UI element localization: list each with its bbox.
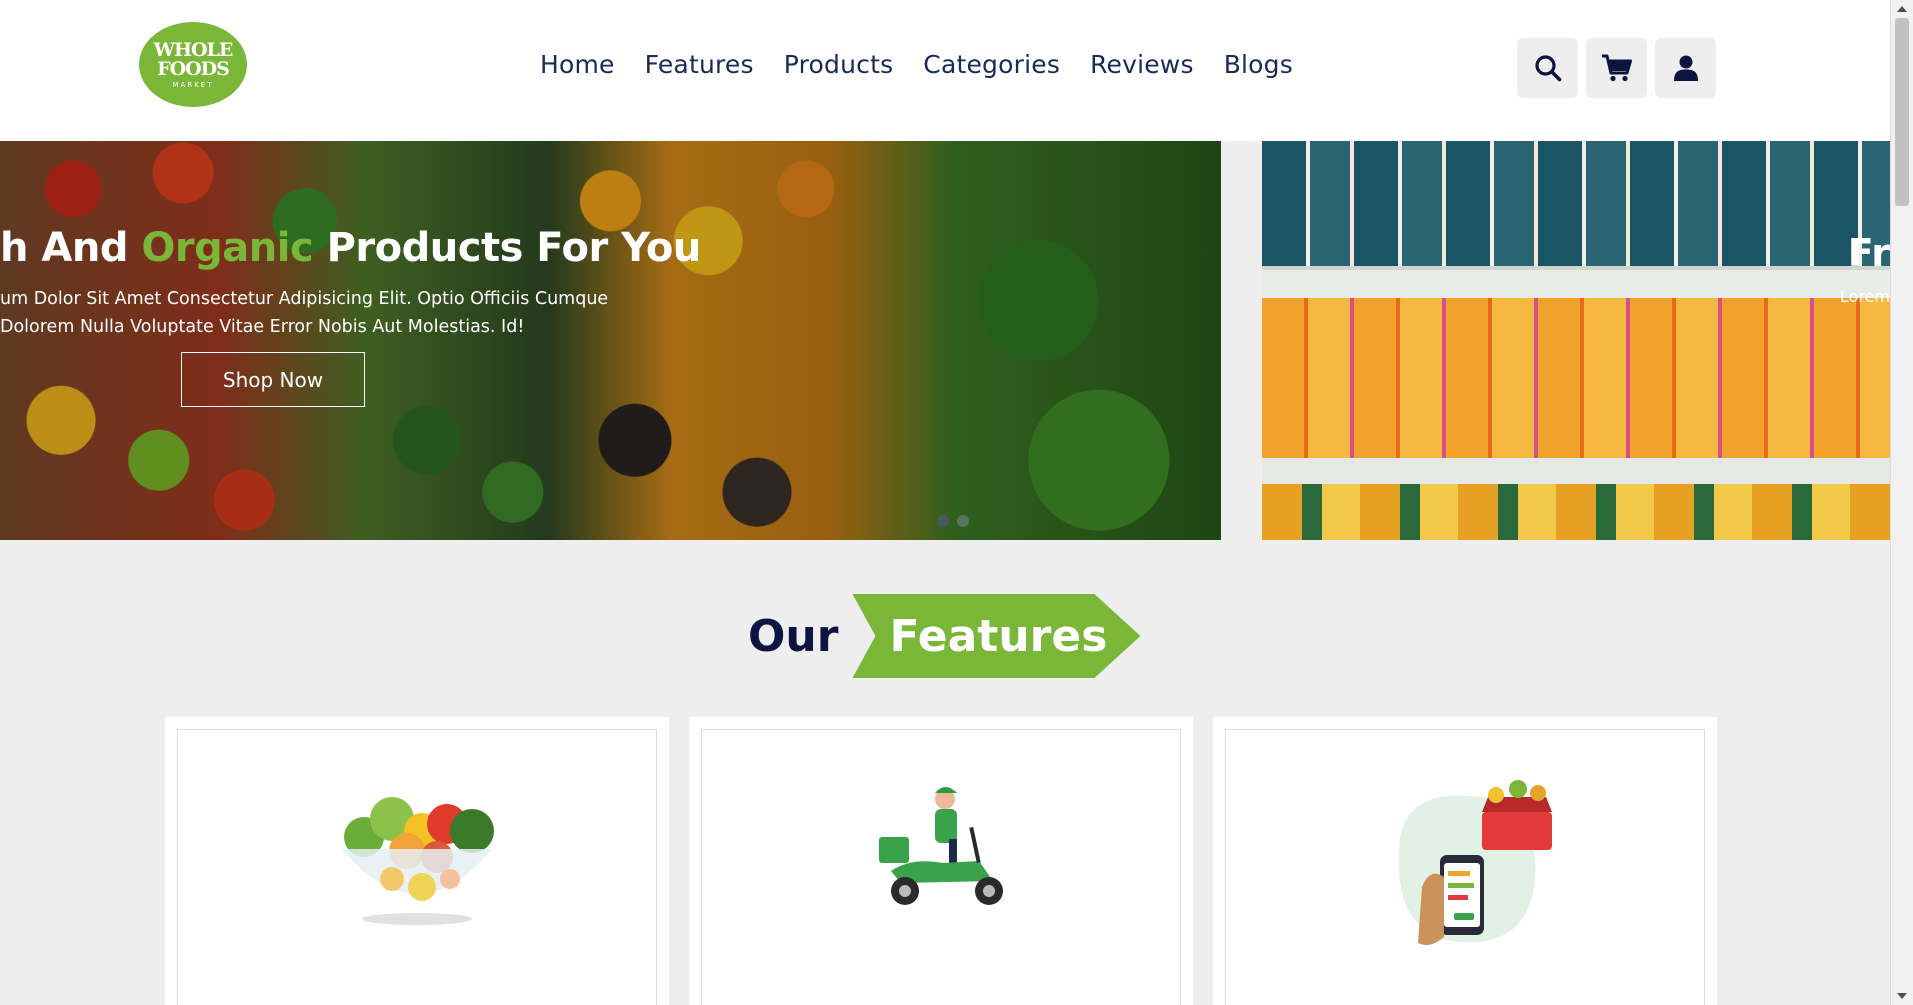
feature-card-delivery bbox=[689, 717, 1193, 1005]
cart-button[interactable] bbox=[1586, 38, 1647, 98]
nav-blogs[interactable]: Blogs bbox=[1224, 50, 1293, 79]
nav-features[interactable]: Features bbox=[645, 50, 754, 79]
hero-title: h And Organic Products For You bbox=[0, 225, 701, 271]
hero-slide-2-description: Lorem bbox=[1839, 287, 1890, 306]
hero-slide-2-title: Fr bbox=[1847, 231, 1890, 275]
logo-line-1: WHOLE bbox=[153, 38, 234, 61]
slider-dot-1[interactable] bbox=[937, 515, 949, 527]
salad-bowl-icon bbox=[342, 797, 494, 925]
logo-line-3: MARKET bbox=[172, 80, 214, 89]
slider-dot-2[interactable] bbox=[957, 515, 969, 527]
hero-title-highlight: Organic bbox=[141, 225, 314, 271]
site-header: WHOLE FOODS MARKET Home Features Product… bbox=[0, 0, 1890, 141]
features-heading: Our Features bbox=[748, 594, 1141, 678]
logo-line-2: FOODS bbox=[157, 57, 230, 80]
nav-reviews[interactable]: Reviews bbox=[1090, 50, 1194, 79]
whole-foods-logo[interactable]: WHOLE FOODS MARKET bbox=[139, 22, 247, 107]
hero-slide-vegetables: h And Organic Products For You um Dolor … bbox=[0, 141, 1221, 540]
main-nav: Home Features Products Categories Review… bbox=[540, 50, 1323, 79]
shopping-cart-icon bbox=[1601, 54, 1632, 82]
scroll-down-arrow-icon[interactable] bbox=[1897, 993, 1907, 999]
scroll-up-arrow-icon[interactable] bbox=[1897, 6, 1907, 12]
header-actions bbox=[1517, 38, 1716, 98]
feature-card-fresh bbox=[165, 717, 669, 1005]
feature-card-online-order bbox=[1213, 717, 1717, 1005]
search-icon bbox=[1534, 55, 1561, 82]
scrollbar-thumb[interactable] bbox=[1895, 18, 1909, 206]
shop-now-button[interactable]: Shop Now bbox=[181, 352, 365, 407]
hero-slide-canned-goods: Fr Lorem bbox=[1262, 141, 1890, 540]
slider-pagination bbox=[937, 515, 969, 527]
features-heading-our: Our bbox=[748, 610, 839, 662]
nav-categories[interactable]: Categories bbox=[923, 50, 1060, 79]
user-icon bbox=[1673, 55, 1698, 81]
nav-home[interactable]: Home bbox=[540, 50, 615, 79]
account-button[interactable] bbox=[1655, 38, 1716, 98]
page-scrollbar[interactable] bbox=[1890, 0, 1913, 1005]
delivery-scooter-icon bbox=[879, 787, 1003, 905]
hero-description: um Dolor Sit Amet Consectetur Adipisicin… bbox=[0, 289, 609, 337]
nav-products[interactable]: Products bbox=[784, 50, 894, 79]
phone-grocery-basket-icon bbox=[1398, 780, 1552, 945]
search-button[interactable] bbox=[1517, 38, 1578, 98]
features-heading-tag: Features bbox=[852, 594, 1141, 678]
